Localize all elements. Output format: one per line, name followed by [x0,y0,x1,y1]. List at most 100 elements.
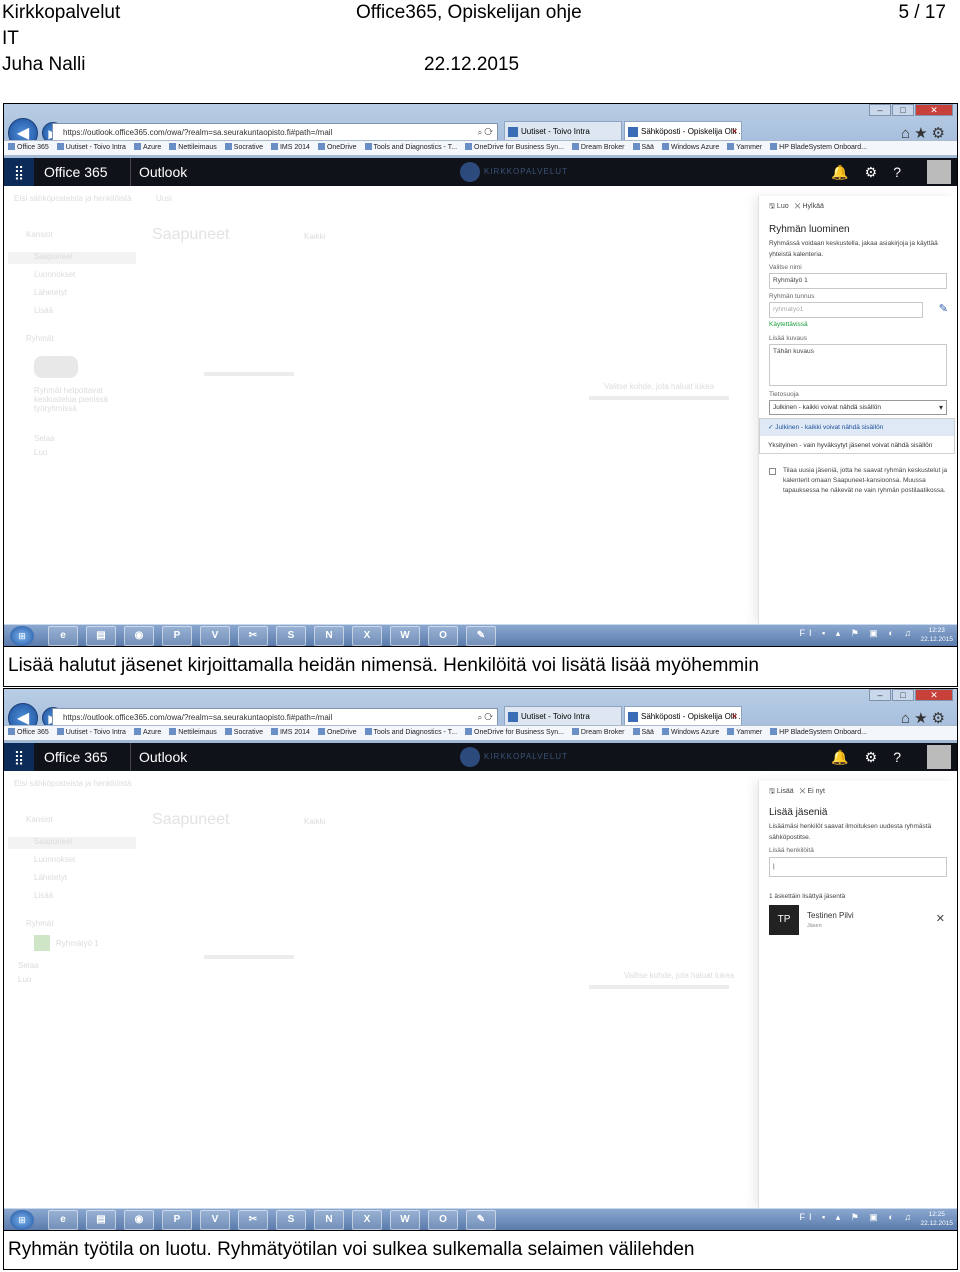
fav-item[interactable]: Nettileimaus [169,141,217,155]
folder-item[interactable]: Lisää [34,891,53,900]
minimize-icon[interactable]: – [869,689,891,701]
fav-item[interactable]: Nettileimaus [169,726,217,740]
paint-icon[interactable]: ✎ [466,1210,496,1230]
groups-header[interactable]: Ryhmät [26,334,54,343]
discard-button[interactable]: Hylkää [802,203,823,210]
explorer-icon[interactable]: ▤ [86,626,116,646]
fav-item[interactable]: Azure [134,141,161,155]
fav-item[interactable]: Sää [633,726,654,740]
create-group-link[interactable]: Luo [34,448,47,457]
suite-app-name[interactable]: Office 365 [44,743,108,771]
folder-item[interactable]: Saapuneet [34,837,73,846]
skype-icon[interactable]: S [276,1210,306,1230]
folder-item[interactable]: Lisää [34,306,53,315]
start-button[interactable]: ⊞ [10,626,34,646]
folders-header[interactable]: Kansiot [26,230,53,239]
project-icon[interactable]: P [162,626,192,646]
snipping-tool-icon[interactable]: ✂ [238,1210,268,1230]
fav-item[interactable]: Tools and Diagnostics - T... [365,726,458,740]
folder-item[interactable]: Luonnokset [34,855,75,864]
create-button[interactable]: Luo [777,203,789,210]
new-button[interactable]: Uusi [156,194,172,203]
not-now-button[interactable]: Ei nyt [808,788,826,795]
close-tab-icon[interactable]: ✕ [731,707,738,727]
onenote-icon[interactable]: N [314,626,344,646]
excel-icon[interactable]: X [352,626,382,646]
subscribe-checkbox[interactable] [769,468,776,475]
groups-header[interactable]: Ryhmät [26,919,54,928]
onenote-icon[interactable]: N [314,1210,344,1230]
fav-item[interactable]: Uutiset - Toivo Intra [57,141,126,155]
suite-module[interactable]: Outlook [130,158,187,186]
description-textarea[interactable]: Tähän kuvaus [769,344,947,386]
fav-item[interactable]: HP BladeSystem Onboard... [770,141,867,155]
fav-item[interactable]: Sää [633,141,654,155]
folder-item[interactable]: Saapuneet [34,252,73,261]
fav-item[interactable]: Office 365 [8,141,49,155]
add-button[interactable]: Lisää [777,788,794,795]
fav-item[interactable]: OneDrive for Business Syn... [465,141,564,155]
close-icon[interactable]: ✕ [800,788,808,795]
group-id-input[interactable]: ryhmatyo1 [769,302,923,318]
fav-item[interactable]: IMS 2014 [271,141,310,155]
fav-item[interactable]: Socrative [225,726,263,740]
privacy-option-private[interactable]: Yksityinen - vain hyväksytyt jäsenet voi… [760,437,954,454]
outlook-icon[interactable]: O [428,626,458,646]
visio-icon[interactable]: V [200,1210,230,1230]
browse-groups-link[interactable]: Selaa [34,434,54,443]
fav-item[interactable]: Windows Azure [662,726,719,740]
fav-item[interactable]: Yammer [727,726,762,740]
folder-item[interactable]: Luonnokset [34,270,75,279]
fav-item[interactable]: Dream Broker [572,141,625,155]
suite-icons[interactable]: 🔔⚙? [831,158,917,186]
word-icon[interactable]: W [390,1210,420,1230]
paint-icon[interactable]: ✎ [466,626,496,646]
avatar[interactable] [927,745,951,769]
suite-icons[interactable]: 🔔⚙? [831,743,917,771]
avatar[interactable] [927,160,951,184]
folders-header[interactable]: Kansiot [26,815,53,824]
close-window-icon[interactable]: ✕ [915,104,953,116]
start-button[interactable]: ⊞ [10,1210,34,1230]
fav-item[interactable]: Azure [134,726,161,740]
fav-item[interactable]: Uutiset - Toivo Intra [57,726,126,740]
save-icon[interactable]: 🖫 [769,788,777,795]
browse-groups-link[interactable]: Selaa [18,961,38,970]
suite-module[interactable]: Outlook [130,743,187,771]
explorer-icon[interactable]: ▤ [86,1210,116,1230]
folder-item[interactable]: Lähetetyt [34,288,67,297]
system-tray[interactable]: FI ▪ ▴ ⚑ ▣ ◐ ♫ [800,628,915,639]
filter-dropdown[interactable]: Kaikki [304,232,325,241]
visio-icon[interactable]: V [200,626,230,646]
fav-item[interactable]: Windows Azure [662,141,719,155]
fav-item[interactable]: Tools and Diagnostics - T... [365,141,458,155]
fav-item[interactable]: OneDrive [318,726,357,740]
search-field[interactable]: Etsi sähköposteista ja henkilöistä [14,194,131,203]
outlook-icon[interactable]: O [428,1210,458,1230]
group-name-input[interactable]: Ryhmätyö 1 [769,273,947,289]
fav-item[interactable]: OneDrive for Business Syn... [465,726,564,740]
create-group-link[interactable]: Luo [18,975,31,984]
fav-item[interactable]: HP BladeSystem Onboard... [770,726,867,740]
fav-item[interactable]: Office 365 [8,726,49,740]
word-icon[interactable]: W [390,626,420,646]
add-people-input[interactable]: | [769,857,947,877]
fav-item[interactable]: IMS 2014 [271,726,310,740]
fav-item[interactable]: Yammer [727,141,762,155]
project-icon[interactable]: P [162,1210,192,1230]
save-icon[interactable]: 🖫 [769,203,777,210]
skype-icon[interactable]: S [276,626,306,646]
ie-icon[interactable]: e [48,626,78,646]
minimize-icon[interactable]: – [869,104,891,116]
folder-item[interactable]: Lähetetyt [34,873,67,882]
maximize-icon[interactable]: □ [892,104,914,116]
close-tab-icon[interactable]: ✕ [731,122,738,142]
app-launcher-icon[interactable]: ⣿ [4,743,34,771]
search-field[interactable]: Etsi sähköposteista ja henkilöistä [14,779,131,788]
snipping-tool-icon[interactable]: ✂ [238,626,268,646]
edit-pencil-icon[interactable]: ✎ [939,302,948,315]
filter-dropdown[interactable]: Kaikki [304,817,325,826]
ie-icon[interactable]: e [48,1210,78,1230]
close-window-icon[interactable]: ✕ [915,689,953,701]
excel-icon[interactable]: X [352,1210,382,1230]
